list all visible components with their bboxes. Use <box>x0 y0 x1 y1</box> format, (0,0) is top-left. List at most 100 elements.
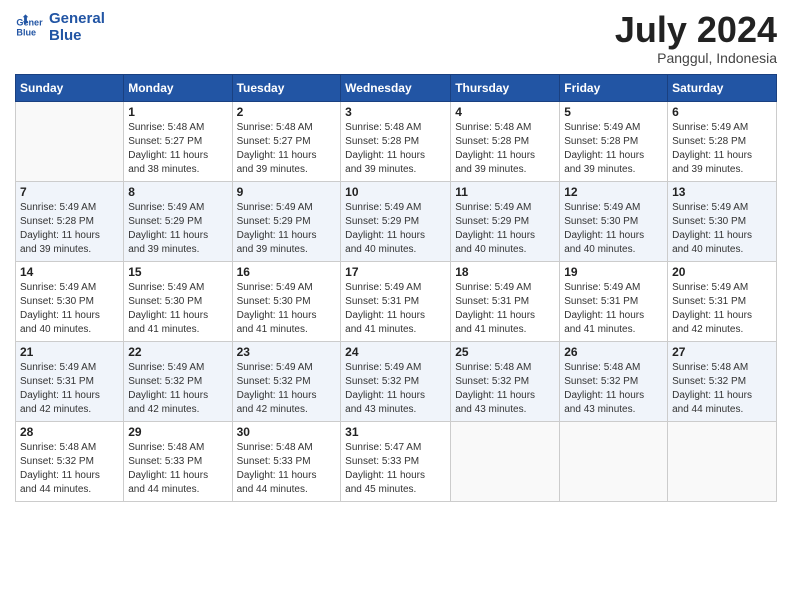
cell-info: Sunrise: 5:49 AM Sunset: 5:29 PM Dayligh… <box>345 201 446 257</box>
calendar-cell <box>451 421 560 501</box>
cell-info: Sunrise: 5:49 AM Sunset: 5:32 PM Dayligh… <box>128 361 227 417</box>
calendar-cell: 6 Sunrise: 5:49 AM Sunset: 5:28 PM Daylig… <box>668 101 777 181</box>
day-number: 5 <box>564 105 663 119</box>
day-number: 8 <box>128 185 227 199</box>
calendar-cell <box>668 421 777 501</box>
calendar-cell: 3 Sunrise: 5:48 AM Sunset: 5:28 PM Daylig… <box>341 101 451 181</box>
calendar-cell <box>560 421 668 501</box>
month-year-title: July 2024 <box>615 10 777 50</box>
calendar-cell: 31 Sunrise: 5:47 AM Sunset: 5:33 PM Dayli… <box>341 421 451 501</box>
calendar-header-row: SundayMondayTuesdayWednesdayThursdayFrid… <box>16 74 777 101</box>
day-number: 17 <box>345 265 446 279</box>
day-number: 3 <box>345 105 446 119</box>
svg-text:General: General <box>16 18 43 28</box>
day-number: 1 <box>128 105 227 119</box>
cell-info: Sunrise: 5:48 AM Sunset: 5:27 PM Dayligh… <box>237 121 337 177</box>
logo-line2: Blue <box>49 27 105 44</box>
cell-info: Sunrise: 5:49 AM Sunset: 5:30 PM Dayligh… <box>20 281 119 337</box>
calendar-cell: 1 Sunrise: 5:48 AM Sunset: 5:27 PM Daylig… <box>124 101 232 181</box>
day-number: 7 <box>20 185 119 199</box>
cell-info: Sunrise: 5:49 AM Sunset: 5:28 PM Dayligh… <box>564 121 663 177</box>
cell-info: Sunrise: 5:48 AM Sunset: 5:33 PM Dayligh… <box>128 441 227 497</box>
day-number: 4 <box>455 105 555 119</box>
header-sunday: Sunday <box>16 74 124 101</box>
cell-info: Sunrise: 5:48 AM Sunset: 5:32 PM Dayligh… <box>455 361 555 417</box>
cell-info: Sunrise: 5:49 AM Sunset: 5:29 PM Dayligh… <box>237 201 337 257</box>
cell-info: Sunrise: 5:48 AM Sunset: 5:33 PM Dayligh… <box>237 441 337 497</box>
day-number: 11 <box>455 185 555 199</box>
calendar-cell: 26Sunrise: 5:48 AM Sunset: 5:32 PM Dayli… <box>560 341 668 421</box>
location-subtitle: Panggul, Indonesia <box>615 50 777 66</box>
calendar-cell: 28Sunrise: 5:48 AM Sunset: 5:32 PM Dayli… <box>16 421 124 501</box>
calendar-cell: 2Sunrise: 5:48 AM Sunset: 5:27 PM Daylig… <box>232 101 341 181</box>
calendar-cell: 17 Sunrise: 5:49 AM Sunset: 5:31 PM Dayli… <box>341 261 451 341</box>
calendar-cell: 21 Sunrise: 5:49 AM Sunset: 5:31 PM Dayli… <box>16 341 124 421</box>
cell-info: Sunrise: 5:49 AM Sunset: 5:31 PM Dayligh… <box>672 281 772 337</box>
calendar-week-row: 14 Sunrise: 5:49 AM Sunset: 5:30 PM Dayli… <box>16 261 777 341</box>
calendar-cell: 14 Sunrise: 5:49 AM Sunset: 5:30 PM Dayli… <box>16 261 124 341</box>
day-number: 22 <box>128 345 227 359</box>
day-number: 14 <box>20 265 119 279</box>
calendar-cell: 9Sunrise: 5:49 AM Sunset: 5:29 PM Daylig… <box>232 181 341 261</box>
calendar-cell: 30Sunrise: 5:48 AM Sunset: 5:33 PM Dayli… <box>232 421 341 501</box>
day-number: 25 <box>455 345 555 359</box>
calendar-cell: 15Sunrise: 5:49 AM Sunset: 5:30 PM Dayli… <box>124 261 232 341</box>
cell-info: Sunrise: 5:49 AM Sunset: 5:30 PM Dayligh… <box>237 281 337 337</box>
cell-info: Sunrise: 5:49 AM Sunset: 5:31 PM Dayligh… <box>564 281 663 337</box>
day-number: 28 <box>20 425 119 439</box>
title-block: July 2024 Panggul, Indonesia <box>615 10 777 66</box>
day-number: 26 <box>564 345 663 359</box>
calendar-table: SundayMondayTuesdayWednesdayThursdayFrid… <box>15 74 777 502</box>
calendar-week-row: 1 Sunrise: 5:48 AM Sunset: 5:27 PM Daylig… <box>16 101 777 181</box>
cell-info: Sunrise: 5:49 AM Sunset: 5:28 PM Dayligh… <box>20 201 119 257</box>
calendar-cell: 13Sunrise: 5:49 AM Sunset: 5:30 PM Dayli… <box>668 181 777 261</box>
day-number: 13 <box>672 185 772 199</box>
cell-info: Sunrise: 5:49 AM Sunset: 5:29 PM Dayligh… <box>455 201 555 257</box>
day-number: 20 <box>672 265 772 279</box>
day-number: 19 <box>564 265 663 279</box>
cell-info: Sunrise: 5:49 AM Sunset: 5:30 PM Dayligh… <box>128 281 227 337</box>
calendar-cell: 7 Sunrise: 5:49 AM Sunset: 5:28 PM Daylig… <box>16 181 124 261</box>
header-monday: Monday <box>124 74 232 101</box>
calendar-cell: 22 Sunrise: 5:49 AM Sunset: 5:32 PM Dayli… <box>124 341 232 421</box>
calendar-cell: 4 Sunrise: 5:48 AM Sunset: 5:28 PM Daylig… <box>451 101 560 181</box>
calendar-cell: 25 Sunrise: 5:48 AM Sunset: 5:32 PM Dayli… <box>451 341 560 421</box>
svg-text:Blue: Blue <box>16 27 36 37</box>
day-number: 27 <box>672 345 772 359</box>
day-number: 29 <box>128 425 227 439</box>
logo-line1: General <box>49 10 105 27</box>
calendar-week-row: 21 Sunrise: 5:49 AM Sunset: 5:31 PM Dayli… <box>16 341 777 421</box>
calendar-cell: 20 Sunrise: 5:49 AM Sunset: 5:31 PM Dayli… <box>668 261 777 341</box>
calendar-cell: 19 Sunrise: 5:49 AM Sunset: 5:31 PM Dayli… <box>560 261 668 341</box>
cell-info: Sunrise: 5:49 AM Sunset: 5:32 PM Dayligh… <box>237 361 337 417</box>
header-wednesday: Wednesday <box>341 74 451 101</box>
cell-info: Sunrise: 5:48 AM Sunset: 5:27 PM Dayligh… <box>128 121 227 177</box>
day-number: 6 <box>672 105 772 119</box>
cell-info: Sunrise: 5:48 AM Sunset: 5:28 PM Dayligh… <box>455 121 555 177</box>
calendar-week-row: 28Sunrise: 5:48 AM Sunset: 5:32 PM Dayli… <box>16 421 777 501</box>
day-number: 24 <box>345 345 446 359</box>
calendar-week-row: 7 Sunrise: 5:49 AM Sunset: 5:28 PM Daylig… <box>16 181 777 261</box>
calendar-cell: 10Sunrise: 5:49 AM Sunset: 5:29 PM Dayli… <box>341 181 451 261</box>
calendar-cell: 27Sunrise: 5:48 AM Sunset: 5:32 PM Dayli… <box>668 341 777 421</box>
cell-info: Sunrise: 5:47 AM Sunset: 5:33 PM Dayligh… <box>345 441 446 497</box>
header-saturday: Saturday <box>668 74 777 101</box>
calendar-cell: 11 Sunrise: 5:49 AM Sunset: 5:29 PM Dayli… <box>451 181 560 261</box>
day-number: 18 <box>455 265 555 279</box>
calendar-cell: 16Sunrise: 5:49 AM Sunset: 5:30 PM Dayli… <box>232 261 341 341</box>
logo-icon: General Blue <box>15 13 43 41</box>
cell-info: Sunrise: 5:49 AM Sunset: 5:29 PM Dayligh… <box>128 201 227 257</box>
cell-info: Sunrise: 5:48 AM Sunset: 5:28 PM Dayligh… <box>345 121 446 177</box>
cell-info: Sunrise: 5:49 AM Sunset: 5:32 PM Dayligh… <box>345 361 446 417</box>
cell-info: Sunrise: 5:49 AM Sunset: 5:28 PM Dayligh… <box>672 121 772 177</box>
cell-info: Sunrise: 5:49 AM Sunset: 5:31 PM Dayligh… <box>345 281 446 337</box>
day-number: 31 <box>345 425 446 439</box>
calendar-cell: 12Sunrise: 5:49 AM Sunset: 5:30 PM Dayli… <box>560 181 668 261</box>
cell-info: Sunrise: 5:49 AM Sunset: 5:30 PM Dayligh… <box>564 201 663 257</box>
cell-info: Sunrise: 5:49 AM Sunset: 5:31 PM Dayligh… <box>20 361 119 417</box>
calendar-cell <box>16 101 124 181</box>
calendar-cell: 5 Sunrise: 5:49 AM Sunset: 5:28 PM Daylig… <box>560 101 668 181</box>
logo: General Blue General Blue <box>15 10 105 44</box>
day-number: 21 <box>20 345 119 359</box>
calendar-cell: 29 Sunrise: 5:48 AM Sunset: 5:33 PM Dayli… <box>124 421 232 501</box>
